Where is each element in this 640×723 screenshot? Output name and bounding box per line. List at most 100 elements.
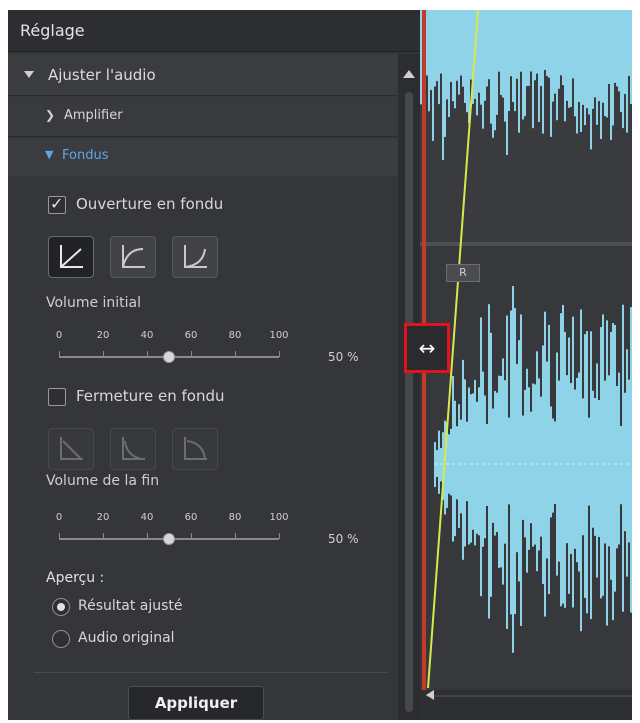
waveform-bar — [622, 304, 624, 612]
waveform-bar — [504, 10, 506, 122]
waveform-bar — [576, 10, 578, 134]
fade-in-volume-label: Volume initial — [46, 295, 142, 311]
waveform-bar — [458, 404, 460, 529]
slider-tick — [59, 533, 60, 539]
waveform-bar — [594, 398, 596, 536]
waveform-bar — [474, 379, 476, 546]
timeline-left-arrow-icon[interactable] — [426, 690, 434, 700]
waveform-bar — [614, 325, 616, 592]
waveform-bar — [576, 377, 578, 563]
chevron-down-icon: ▼ — [45, 148, 54, 161]
fade-out-checkbox[interactable] — [48, 388, 66, 406]
apply-button[interactable]: Appliquer — [128, 686, 264, 720]
waveform-bar — [566, 10, 568, 101]
waveform-bar — [530, 411, 532, 524]
waveform-bar — [554, 421, 556, 505]
waveform-bar — [438, 430, 440, 494]
waveform-bar — [596, 10, 598, 125]
fade-in-slider-thumb[interactable] — [163, 351, 175, 363]
waveform-bar — [612, 10, 614, 126]
fade-in-curve-linear-button[interactable] — [48, 236, 94, 278]
section-adjust-audio-label: Ajuster l'audio — [48, 66, 156, 84]
preview-adjusted-radio[interactable] — [52, 598, 70, 616]
tick-label: 40 — [140, 512, 154, 523]
waveform-bar — [580, 309, 582, 632]
waveform-bar — [470, 10, 472, 80]
waveform-bar — [486, 10, 488, 87]
waveform-bar — [566, 375, 568, 544]
slider-tick — [191, 533, 192, 539]
fade-out-curve-log-button[interactable] — [110, 428, 156, 470]
subsection-fades[interactable]: ▼ Fondus — [8, 138, 398, 176]
waveform-bar — [512, 285, 514, 653]
waveform-view[interactable]: R — [420, 10, 632, 720]
waveform-bar — [446, 10, 448, 100]
subsection-amplify[interactable]: ❯ Amplifier — [8, 97, 398, 137]
waveform-bar — [600, 10, 602, 139]
waveform-bar — [602, 314, 604, 596]
adjustment-panel: Réglage Ajuster l'audio ❯ Amplifier ▼ Fo… — [8, 10, 420, 720]
fade-out-slider-thumb[interactable] — [163, 533, 175, 545]
waveform-bar — [436, 10, 438, 82]
tick-label: 80 — [228, 330, 242, 341]
waveform-bar — [580, 10, 582, 133]
fade-in-value: 50 % — [328, 350, 359, 364]
waveform-bar — [524, 10, 526, 117]
waveform-bar — [604, 380, 606, 544]
fade-in-label: Ouverture en fondu — [76, 195, 224, 213]
waveform-bar — [606, 320, 608, 626]
waveform-bar — [596, 363, 598, 578]
section-adjust-audio[interactable]: Ajuster l'audio — [8, 54, 398, 96]
waveform-bar — [514, 308, 516, 615]
waveform-bar — [514, 10, 516, 112]
waveform-bar — [554, 10, 556, 94]
waveform-bar — [488, 304, 490, 619]
waveform-bar — [470, 394, 472, 543]
waveform-bar — [610, 10, 612, 141]
waveform-bar — [464, 379, 466, 547]
fade-out-label: Fermeture en fondu — [76, 387, 225, 405]
waveform-bar — [484, 395, 486, 539]
preview-original-radio[interactable] — [52, 630, 70, 648]
waveform-bar — [528, 10, 530, 86]
radio-selected-dot — [57, 603, 65, 611]
waveform-bar — [572, 10, 574, 79]
waveform-bar — [462, 10, 464, 87]
waveform-bar — [454, 400, 456, 537]
fade-out-curve-linear-button[interactable] — [48, 428, 94, 470]
scrollbar-thumb[interactable] — [405, 92, 413, 712]
fade-out-curve-exp-button[interactable] — [172, 428, 218, 470]
waveform-bar — [628, 10, 630, 76]
waveform-bar — [542, 10, 544, 134]
waveform-bar — [480, 10, 482, 105]
curve-linear-down-icon — [60, 437, 83, 460]
waveform-bar — [584, 10, 586, 126]
fade-in-checkbox[interactable]: ✓ — [48, 194, 66, 214]
waveform-bar — [442, 10, 444, 160]
waveform-bar — [592, 390, 594, 528]
slider-tick — [147, 351, 148, 357]
waveform-bar — [562, 10, 564, 86]
waveform-bar — [440, 10, 442, 74]
scroll-up-arrow-icon[interactable] — [403, 70, 415, 78]
fade-in-curve-log-button[interactable] — [110, 236, 156, 278]
waveform-bar — [496, 392, 498, 533]
curve-linear-icon — [60, 245, 83, 268]
panel-scrollbar[interactable] — [398, 54, 420, 720]
waveform-bar — [420, 10, 422, 105]
fade-in-curve-exp-button[interactable] — [172, 236, 218, 278]
waveform-bar — [544, 10, 546, 71]
waveform-bar — [538, 10, 540, 122]
waveform-bar — [612, 323, 614, 621]
waveform-bar — [494, 390, 496, 536]
waveform-bar — [552, 418, 554, 513]
waveform-bar — [508, 10, 510, 112]
waveform-bar — [476, 401, 478, 534]
waveform-bar — [452, 10, 454, 102]
subsection-amplify-label: Amplifier — [64, 108, 123, 123]
waveform-bar — [592, 10, 594, 109]
waveform-bar — [598, 399, 600, 537]
waveform-bar — [484, 10, 486, 101]
waveform-bar — [520, 10, 522, 72]
slider-tick — [279, 533, 280, 539]
